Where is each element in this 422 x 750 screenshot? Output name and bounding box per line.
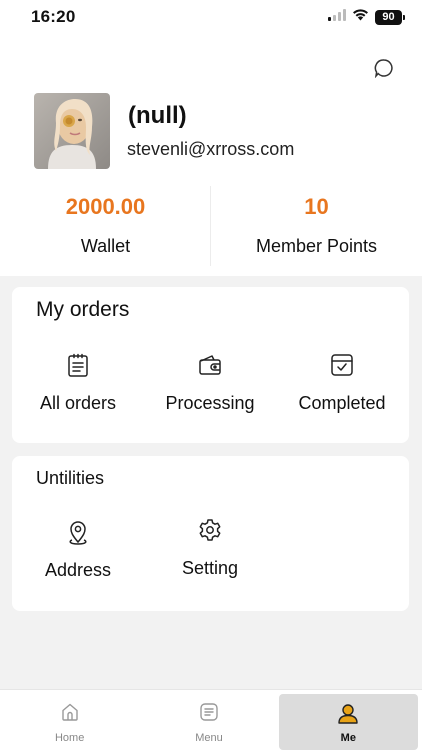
- gear-icon: [199, 519, 221, 541]
- processing-button[interactable]: Processing: [144, 353, 276, 414]
- wallet-stat[interactable]: 2000.00 Wallet: [0, 186, 211, 266]
- member-points-label: Member Points: [255, 236, 378, 256]
- tab-me-label: Me: [340, 732, 356, 744]
- tab-bar: Home Menu Me: [0, 689, 422, 750]
- wifi-icon: [352, 8, 369, 26]
- user-email: stevenli@xrross.com: [127, 139, 295, 159]
- tab-home-label: Home: [54, 732, 85, 744]
- wallet-label: Wallet: [80, 236, 131, 256]
- my-orders-card: My orders All orders Processing Complete…: [12, 287, 409, 443]
- tab-menu[interactable]: Menu: [139, 690, 278, 750]
- avatar[interactable]: [34, 93, 110, 169]
- menu-icon: [200, 703, 218, 721]
- address-button[interactable]: Address: [12, 520, 144, 581]
- location-pin-icon: [69, 521, 87, 545]
- clipboard-list-icon: [68, 353, 88, 377]
- completed-label: Completed: [298, 393, 386, 413]
- wallet-value: 2000.00: [65, 194, 146, 219]
- status-bar: 16:20 90: [0, 0, 422, 36]
- profile-header: (null) stevenli@xrross.com 2000.00 Walle…: [0, 36, 422, 276]
- battery-icon: 90: [375, 9, 405, 25]
- chat-bubble-icon: [374, 59, 393, 78]
- tab-me[interactable]: Me: [278, 694, 418, 750]
- me-screen: 16:20 90 (null) stevenli@xrross.com 2000…: [0, 0, 422, 750]
- member-points-stat[interactable]: 10 Member Points: [211, 186, 422, 266]
- status-indicators: 90: [328, 8, 405, 26]
- tab-home[interactable]: Home: [0, 690, 139, 750]
- member-points-value: 10: [304, 194, 329, 219]
- user-icon: [338, 704, 359, 724]
- utilities-title: Untilities: [36, 468, 105, 488]
- user-name: (null): [128, 102, 187, 129]
- my-orders-title: My orders: [36, 298, 130, 321]
- all-orders-button[interactable]: All orders: [12, 353, 144, 414]
- status-time: 16:20: [31, 7, 76, 26]
- all-orders-label: All orders: [39, 393, 117, 413]
- completed-box-icon: [331, 354, 353, 376]
- wallet-icon: [199, 355, 221, 375]
- stats-divider: [210, 186, 211, 266]
- setting-button[interactable]: Setting: [144, 518, 276, 579]
- completed-button[interactable]: Completed: [276, 353, 408, 414]
- signal-icon: [328, 8, 346, 26]
- tab-menu-label: Menu: [195, 732, 223, 744]
- chat-button[interactable]: [372, 56, 396, 80]
- address-label: Address: [44, 560, 112, 580]
- setting-label: Setting: [181, 558, 239, 578]
- processing-label: Processing: [165, 393, 255, 413]
- profile-stats: 2000.00 Wallet 10 Member Points: [0, 186, 422, 266]
- home-icon: [61, 703, 78, 721]
- utilities-card: Untilities Address Setting: [12, 456, 409, 611]
